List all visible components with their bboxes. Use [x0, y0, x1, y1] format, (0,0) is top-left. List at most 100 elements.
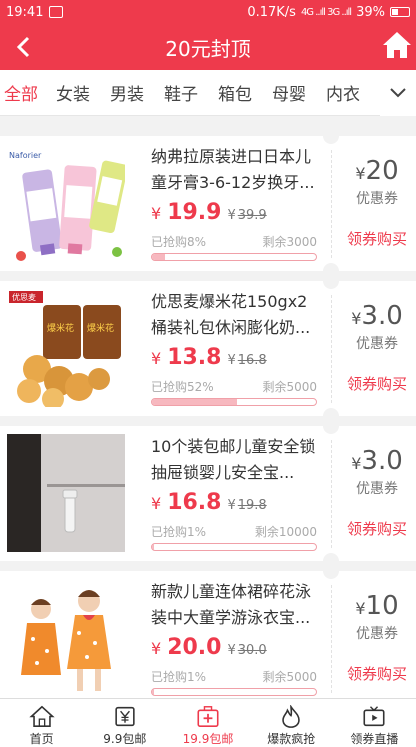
nav-label: 首页	[29, 732, 54, 746]
coupon-label: 优惠券	[356, 336, 398, 352]
network-speed: 0.17K/s	[247, 4, 296, 20]
product-list: Naforier 纳弗拉原装进口日本儿童牙膏3-6-12岁换牙... ¥ 19.…	[0, 116, 416, 698]
price-row: ¥ 20.0 ¥ 30.0	[151, 635, 267, 660]
get-coupon-button[interactable]: 领券购买	[338, 663, 416, 684]
remaining-count: 剩余10000	[254, 525, 317, 539]
product-card[interactable]: 优思麦 爆米花 爆米花 优思麦爆米花150gx2桶装礼包休闲膨化奶... ¥ 1…	[0, 281, 416, 416]
currency-symbol: ¥	[151, 639, 162, 658]
sales-stats: 已抢购1% 剩余5000	[151, 668, 317, 685]
coupon-label: 优惠券	[356, 481, 398, 497]
remaining-count: 剩余5000	[262, 670, 317, 684]
original-currency: ¥	[227, 498, 236, 513]
sale-price: 20.0	[167, 635, 222, 660]
product-name[interactable]: 新款儿童连体裙碎花泳装中大童学游泳衣宝...	[151, 579, 323, 631]
svg-text:Naforier: Naforier	[9, 151, 42, 160]
medical-box-icon	[197, 706, 219, 728]
coupon-notch	[323, 426, 339, 434]
sold-percent: 已抢购8%	[151, 235, 207, 249]
home-button[interactable]	[382, 30, 412, 62]
notification-icon	[49, 6, 64, 18]
tab-men[interactable]: 男装	[100, 80, 154, 105]
currency-symbol: ¥	[151, 349, 162, 368]
coupon-value: 3.0	[361, 301, 403, 331]
tab-baby[interactable]: 母婴	[262, 80, 316, 105]
get-coupon-button[interactable]: 领券购买	[338, 228, 416, 249]
product-card[interactable]: 10个装包邮儿童安全锁抽屉锁婴儿安全宝... ¥ 16.8 ¥ 19.8 已抢购…	[0, 426, 416, 561]
coupon-panel[interactable]: ¥10 优惠券 领券购买	[338, 591, 416, 684]
tv-play-icon	[363, 706, 385, 727]
nav-hot-deals[interactable]: 爆款疯抢	[250, 699, 333, 747]
original-currency: ¥	[227, 643, 236, 658]
coupon-value: 10	[365, 591, 399, 621]
coupon-label: 优惠券	[356, 626, 398, 642]
coupon-notch	[323, 553, 339, 561]
coupon-divider	[331, 295, 332, 403]
original-price: 16.8	[237, 353, 267, 368]
product-card[interactable]: Naforier 纳弗拉原装进口日本儿童牙膏3-6-12岁换牙... ¥ 19.…	[0, 136, 416, 271]
status-bar: 19:41 0.17K/s 4G ..ıll 3G ..ıll 39%	[0, 0, 416, 24]
nav-live[interactable]: 领券直播	[333, 699, 416, 747]
back-button[interactable]	[6, 29, 40, 65]
original-currency: ¥	[227, 353, 236, 368]
tab-underwear[interactable]: 内衣	[316, 80, 370, 105]
coupon-currency: ¥	[351, 454, 362, 473]
coupon-label: 优惠券	[356, 191, 398, 207]
product-card[interactable]: 新款儿童连体裙碎花泳装中大童学游泳衣宝... ¥ 20.0 ¥ 30.0 已抢购…	[0, 571, 416, 698]
nav-label: 领券直播	[350, 732, 399, 746]
svg-text:爆米花: 爆米花	[47, 322, 74, 334]
sold-percent: 已抢购52%	[151, 380, 214, 394]
status-time: 19:41	[6, 4, 44, 20]
coupon-currency: ¥	[351, 309, 362, 328]
expand-tabs-button[interactable]	[380, 70, 416, 116]
home-icon	[28, 705, 55, 728]
progress-fill	[152, 399, 238, 405]
coupon-panel[interactable]: ¥3.0 优惠券 领券购买	[338, 301, 416, 394]
progress-bar	[151, 398, 317, 406]
get-coupon-button[interactable]: 领券购买	[338, 518, 416, 539]
product-name[interactable]: 优思麦爆米花150gx2桶装礼包休闲膨化奶...	[151, 289, 323, 341]
product-image[interactable]: Naforier	[7, 144, 125, 262]
sales-stats: 已抢购52% 剩余5000	[151, 378, 317, 395]
coupon-notch	[323, 281, 339, 289]
nav-label: 9.9包邮	[103, 732, 147, 746]
tab-women[interactable]: 女装	[46, 80, 100, 105]
tab-shoes[interactable]: 鞋子	[154, 80, 208, 105]
tab-bags[interactable]: 箱包	[208, 80, 262, 105]
sales-stats: 已抢购8% 剩余3000	[151, 233, 317, 250]
price-row: ¥ 13.8 ¥ 16.8	[151, 345, 267, 370]
progress-fill	[152, 254, 166, 260]
progress-bar	[151, 543, 317, 551]
svg-text:爆米花: 爆米花	[87, 322, 114, 334]
yen-tag-icon	[115, 706, 135, 727]
price-row: ¥ 16.8 ¥ 19.8	[151, 490, 267, 515]
coupon-value: 3.0	[361, 446, 403, 476]
product-name[interactable]: 纳弗拉原装进口日本儿童牙膏3-6-12岁换牙...	[151, 144, 323, 196]
tab-all[interactable]: 全部	[4, 80, 46, 105]
original-price: 30.0	[237, 643, 267, 658]
nav-19-9[interactable]: 19.9包邮	[166, 699, 249, 747]
progress-fill	[152, 689, 154, 695]
bottom-nav: 首页 9.9包邮 19.9包邮 爆款疯抢 领券直播	[0, 698, 416, 747]
nav-home[interactable]: 首页	[0, 699, 83, 747]
coupon-panel[interactable]: ¥20 优惠券 领券购买	[338, 156, 416, 249]
back-arrow-icon	[16, 36, 30, 58]
product-image[interactable]	[7, 434, 125, 552]
product-name[interactable]: 10个装包邮儿童安全锁抽屉锁婴儿安全宝...	[151, 434, 323, 486]
nav-label: 爆款疯抢	[267, 732, 316, 746]
product-image[interactable]	[7, 579, 125, 697]
app-header: 20元封顶	[0, 24, 416, 70]
get-coupon-button[interactable]: 领券购买	[338, 373, 416, 394]
price-row: ¥ 19.9 ¥ 39.9	[151, 200, 267, 225]
nav-label: 19.9包邮	[182, 732, 234, 746]
product-image[interactable]: 优思麦 爆米花 爆米花	[7, 289, 125, 407]
sale-price: 16.8	[167, 490, 222, 515]
nav-9-9[interactable]: 9.9包邮	[83, 699, 166, 747]
coupon-notch	[323, 263, 339, 271]
coupon-divider	[331, 585, 332, 693]
coupon-divider	[331, 150, 332, 258]
flame-icon	[282, 705, 300, 728]
sales-stats: 已抢购1% 剩余10000	[151, 523, 317, 540]
coupon-currency: ¥	[355, 599, 366, 618]
currency-symbol: ¥	[151, 204, 162, 223]
coupon-panel[interactable]: ¥3.0 优惠券 领券购买	[338, 446, 416, 539]
